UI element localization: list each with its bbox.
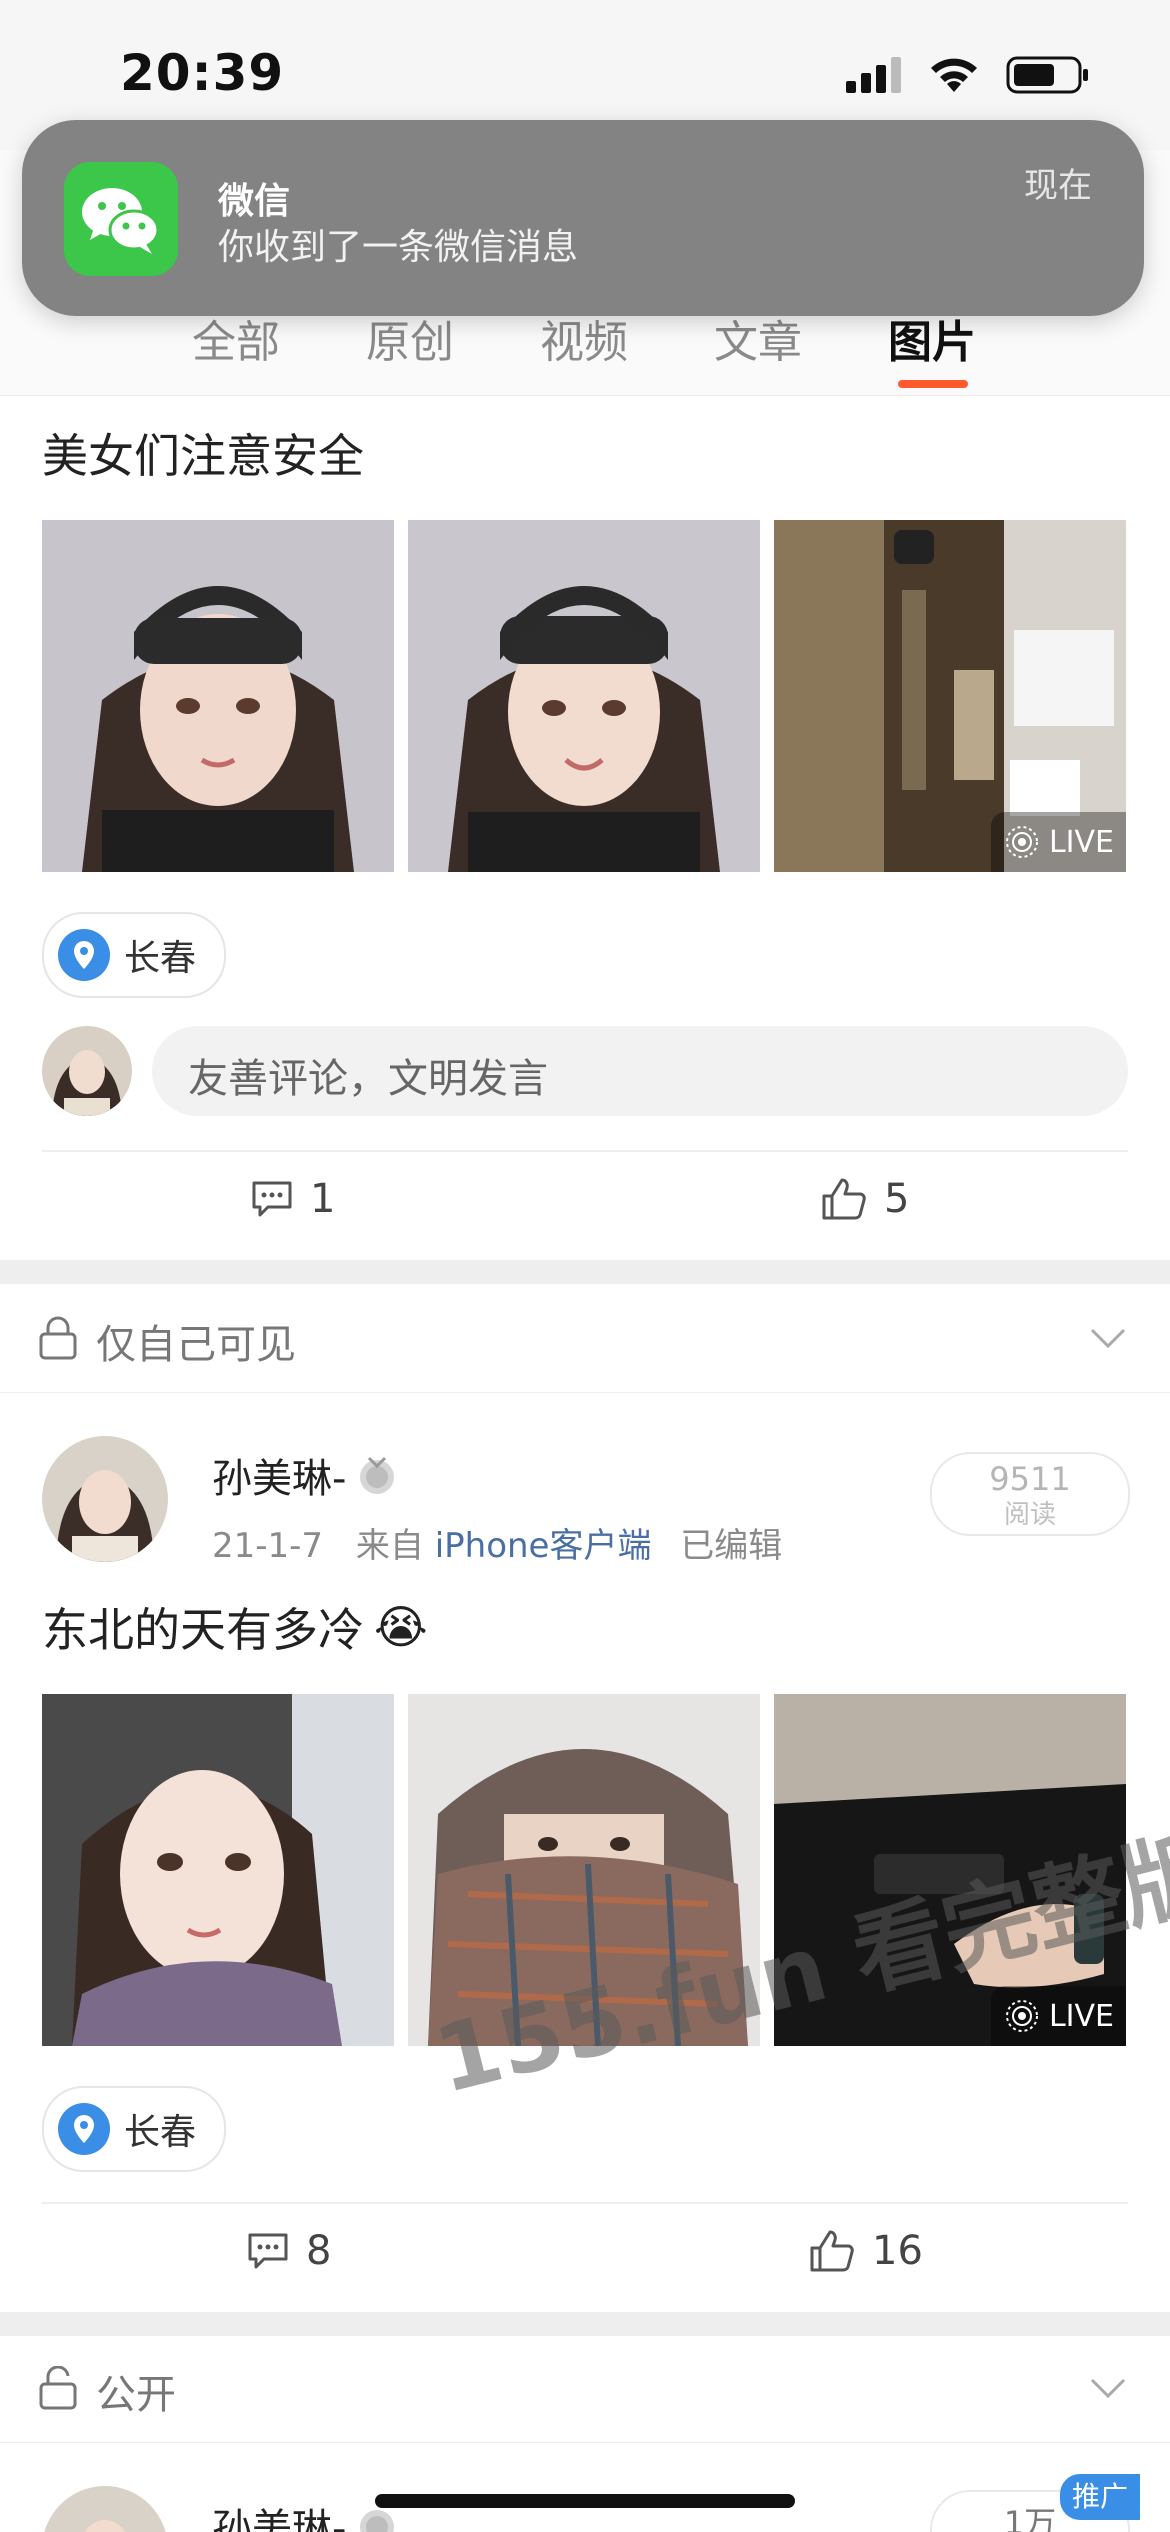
post2-edited-label[interactable]: 已编辑 xyxy=(680,1526,782,1566)
filter-tabs: 全部 原创 视频 文章 图片 xyxy=(0,306,1170,386)
medal-icon xyxy=(360,2510,395,2532)
section-gap xyxy=(0,2312,1170,2336)
chevron-down-icon[interactable] xyxy=(1088,2376,1128,2400)
screen: 20:39 全部 原创 视频 文章 图片 微信 你收到了一条微信消息 现在 美女… xyxy=(0,0,1170,2532)
post1-like-button[interactable]: 5 xyxy=(820,1176,909,1222)
comment-icon xyxy=(252,1181,292,1217)
thumbs-up-icon xyxy=(822,1178,866,1220)
comment-placeholder: 友善评论，文明发言 xyxy=(188,1056,548,1102)
visibility-row-public[interactable]: 公开 xyxy=(0,2336,1170,2443)
live-photo-badge: LIVE xyxy=(990,812,1126,872)
post2-read-count: 9511 xyxy=(989,1460,1071,1498)
post2-source-link[interactable]: iPhone客户端 xyxy=(435,1526,652,1566)
comment-input[interactable]: 友善评论，文明发言 xyxy=(152,1026,1128,1116)
location-pin-icon xyxy=(58,2103,110,2155)
location-pin-icon xyxy=(58,929,110,981)
post2-author-avatar[interactable] xyxy=(42,1436,168,1562)
post2-read-label: 阅读 xyxy=(1003,1500,1056,1530)
post1-comment-count: 1 xyxy=(310,1176,336,1222)
live-photo-badge: LIVE xyxy=(990,1986,1126,2046)
post1-location-chip[interactable]: 长春 xyxy=(42,912,226,998)
post3-author[interactable]: 孙美琳- xyxy=(212,2496,398,2532)
comment-icon xyxy=(248,2233,288,2269)
post2-divider xyxy=(42,2202,1128,2204)
notification-app-name: 微信 xyxy=(218,181,291,222)
promoted-badge: 推广 xyxy=(1060,2474,1141,2520)
post3-author-name: 孙美琳- xyxy=(212,2506,347,2532)
battery-icon xyxy=(1006,56,1088,94)
visibility-label-private: 仅自己可见 xyxy=(96,1322,296,1368)
post2-location-chip[interactable]: 长春 xyxy=(42,2086,226,2172)
post1-like-count: 5 xyxy=(884,1176,910,1222)
post2-comment-count: 8 xyxy=(306,2228,332,2274)
live-label: LIVE xyxy=(1048,824,1114,860)
live-photo-icon xyxy=(1005,2000,1038,2032)
post2-date: 21-1-7 xyxy=(212,1526,324,1566)
status-time: 20:39 xyxy=(120,44,285,102)
lock-icon xyxy=(39,1316,77,1360)
my-avatar[interactable] xyxy=(42,1026,132,1116)
medal-icon xyxy=(360,1456,395,1494)
thumbs-up-icon xyxy=(810,2230,854,2272)
wechat-app-icon xyxy=(64,162,178,276)
post2-author-name: 孙美琳- xyxy=(212,1456,347,1502)
post2-from-label: 来自 xyxy=(355,1526,424,1566)
post2-like-count: 16 xyxy=(872,2228,923,2274)
wifi-icon xyxy=(931,58,977,92)
post1-divider xyxy=(42,1150,1128,1152)
notification-message: 你收到了一条微信消息 xyxy=(218,227,579,268)
cellular-signal-icon xyxy=(846,57,901,93)
post2-meta: 21-1-7 来自 iPhone客户端 已编辑 xyxy=(212,1518,782,1567)
crying-emoji: 😭 xyxy=(374,1600,428,1654)
unlock-icon xyxy=(39,2366,77,2410)
live-label: LIVE xyxy=(1048,1998,1114,2034)
active-tab-indicator xyxy=(898,380,968,388)
post1-image-3[interactable]: LIVE xyxy=(774,520,1126,872)
post1-text[interactable]: 美女们注意安全 xyxy=(42,420,364,486)
notification-time: 现在 xyxy=(1024,166,1092,206)
status-icons xyxy=(846,56,1090,94)
post2-author[interactable]: 孙美琳- xyxy=(212,1446,398,1504)
post2-like-button[interactable]: 16 xyxy=(808,2228,923,2274)
section-gap xyxy=(0,1260,1170,1284)
visibility-label-public: 公开 xyxy=(96,2372,176,2418)
visibility-row-private[interactable]: 仅自己可见 xyxy=(0,1286,1170,1393)
post1-image-2[interactable] xyxy=(408,520,760,872)
chevron-down-icon[interactable] xyxy=(1088,1326,1128,1350)
post1-image-1[interactable] xyxy=(42,520,394,872)
post2-text: 东北的天有多冷 xyxy=(42,1603,364,1657)
wechat-notification[interactable]: 微信 你收到了一条微信消息 现在 xyxy=(22,120,1144,316)
live-photo-icon xyxy=(1005,826,1038,858)
home-indicator[interactable] xyxy=(375,2494,795,2508)
post2-image-1[interactable] xyxy=(42,1694,394,2046)
post3-author-avatar[interactable] xyxy=(42,2486,168,2532)
post2-read-count-badge[interactable]: 9511 阅读 xyxy=(930,1452,1130,1536)
post1-location-label: 长春 xyxy=(124,938,197,979)
post2-comment-button[interactable]: 8 xyxy=(246,2228,331,2274)
post2-body[interactable]: 东北的天有多冷 😭 xyxy=(42,1594,428,1660)
post1-comment-button[interactable]: 1 xyxy=(250,1176,335,1222)
post2-location-label: 长春 xyxy=(124,2112,197,2153)
